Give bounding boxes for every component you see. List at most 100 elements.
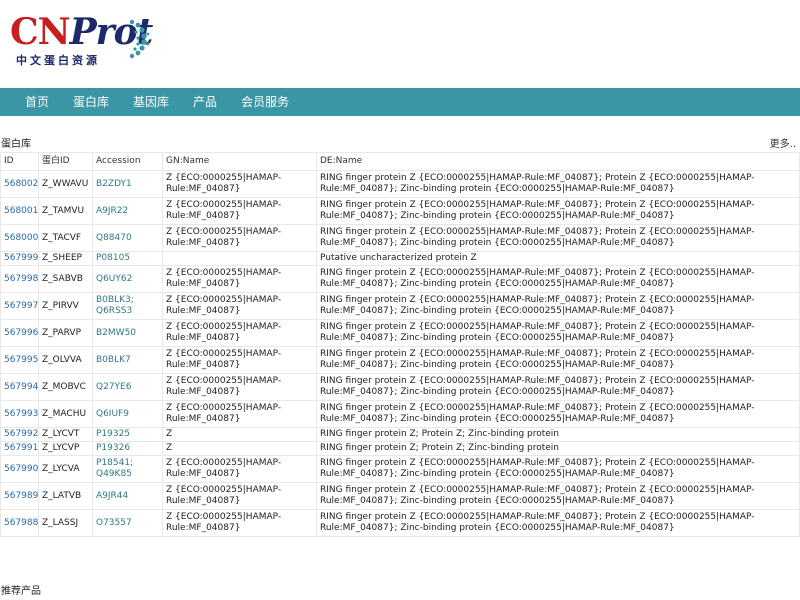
id-link[interactable]: 567995 [4,355,38,365]
nav-item-membership[interactable]: 会员服务 [241,88,289,116]
cell-gn-name: Z [162,427,317,442]
cell-de-name: RING finger protein Z {ECO:0000255|HAMAP… [316,265,800,293]
table-row: 567988 Z_LASSJ O73557 Z {ECO:0000255|HAMAP-… [0,509,800,537]
cell-accession: P19325 [92,427,163,442]
accession-link[interactable]: A9JR22 [96,206,128,216]
cell-de-name: RING finger protein Z {ECO:0000255|HAMAP… [316,224,800,252]
cell-gn-name [162,251,317,266]
table-row: 567989 Z_LATVB A9JR44 Z {ECO:0000255|HAMAP-… [0,482,800,510]
cell-accession: B0BLK3; Q6RSS3 [92,292,163,320]
id-link[interactable]: 568002 [4,179,38,189]
id-link[interactable]: 568000 [4,233,38,243]
accession-link[interactable]: B0BLK7 [96,355,131,365]
cell-id: 567996 [0,319,39,347]
cell-gn-name: Z {ECO:0000255|HAMAP-Rule:MF_04087} [162,224,317,252]
cell-id: 567992 [0,427,39,442]
protein-table: ID 蛋白ID Accession GN:Name DE:Name 568002… [0,152,800,537]
section-title: 蛋白库 [1,139,31,150]
nav-item-products[interactable]: 产品 [193,88,217,116]
cell-accession: P18541; Q49K85 [92,455,163,483]
cell-protein-id: Z_MACHU [38,400,93,428]
accession-link[interactable]: Q6UY62 [96,274,132,284]
accession-link[interactable]: P18541; Q49K85 [96,458,133,479]
id-link[interactable]: 567993 [4,409,38,419]
logo-part-cn: CN [10,11,71,53]
cell-accession: Q27YE6 [92,373,163,401]
header-id: ID [0,152,39,171]
accession-link[interactable]: P19325 [96,429,130,439]
cell-gn-name: Z {ECO:0000255|HAMAP-Rule:MF_04087} [162,197,317,225]
cell-accession: Q6IUF9 [92,400,163,428]
id-link[interactable]: 567992 [4,429,38,439]
cell-accession: Q6UY62 [92,265,163,293]
table-row: 568001 Z_TAMVU A9JR22 Z {ECO:0000255|HAMAP-… [0,197,800,225]
cell-gn-name: Z {ECO:0000255|HAMAP-Rule:MF_04087} [162,346,317,374]
site-header: CNProt 中文蛋白资源 [0,0,800,88]
cell-protein-id: Z_TAMVU [38,197,93,225]
cell-id: 567993 [0,400,39,428]
main-nav: 首页 蛋白库 基因库 产品 会员服务 [0,88,800,116]
header-protein-id: 蛋白ID [38,152,93,171]
cell-protein-id: Z_TACVF [38,224,93,252]
accession-link[interactable]: Q6IUF9 [96,409,129,419]
cell-id: 567991 [0,441,39,456]
table-row: 568000 Z_TACVF Q88470 Z {ECO:0000255|HAMAP-… [0,224,800,252]
cell-de-name: RING finger protein Z {ECO:0000255|HAMAP… [316,346,800,374]
cell-de-name: RING finger protein Z {ECO:0000255|HAMAP… [316,197,800,225]
cell-gn-name: Z [162,441,317,456]
id-link[interactable]: 567994 [4,382,38,392]
accession-link[interactable]: B0BLK3; Q6RSS3 [96,295,134,316]
cell-de-name: RING finger protein Z {ECO:0000255|HAMAP… [316,400,800,428]
cell-protein-id: Z_LYCVT [38,427,93,442]
site-logo[interactable]: CNProt 中文蛋白资源 [10,11,153,72]
cell-de-name: RING finger protein Z {ECO:0000255|HAMAP… [316,373,800,401]
cell-de-name: RING finger protein Z; Protein Z; Zinc-b… [316,441,800,456]
cell-de-name: RING finger protein Z {ECO:0000255|HAMAP… [316,170,800,198]
id-link[interactable]: 567991 [4,443,38,453]
cell-de-name: Putative uncharacterized protein Z [316,251,800,266]
id-link[interactable]: 567997 [4,301,38,311]
id-link[interactable]: 567998 [4,274,38,284]
accession-link[interactable]: P08105 [96,253,130,263]
logo-subtitle: 中文蛋白资源 [16,54,100,67]
cell-protein-id: Z_WWAVU [38,170,93,198]
cell-protein-id: Z_LYCVA [38,455,93,483]
cell-protein-id: Z_MOBVC [38,373,93,401]
accession-link[interactable]: O73557 [96,518,132,528]
accession-link[interactable]: B2ZDY1 [96,179,132,189]
accession-link[interactable]: Q88470 [96,233,132,243]
table-row: 567995 Z_OLVVA B0BLK7 Z {ECO:0000255|HAMAP-… [0,346,800,374]
cell-id: 567990 [0,455,39,483]
table-row: 568002 Z_WWAVU B2ZDY1 Z {ECO:0000255|HAMAP-… [0,170,800,198]
header-accession: Accession [92,152,163,171]
id-link[interactable]: 567996 [4,328,38,338]
more-link[interactable]: 更多.. [770,135,796,150]
accession-link[interactable]: P19326 [96,443,130,453]
cell-accession: Q88470 [92,224,163,252]
recommended-products-title: 推荐产品 [1,586,41,597]
id-link[interactable]: 567988 [4,518,38,528]
accession-link[interactable]: B2MW50 [96,328,136,338]
nav-item-gene-db[interactable]: 基因库 [133,88,169,116]
id-link[interactable]: 567990 [4,464,38,474]
id-link[interactable]: 567989 [4,491,38,501]
cell-protein-id: Z_SABVB [38,265,93,293]
accession-link[interactable]: Q27YE6 [96,382,131,392]
cell-id: 567998 [0,265,39,293]
cell-id: 567988 [0,509,39,537]
cell-accession: B0BLK7 [92,346,163,374]
cell-id: 568001 [0,197,39,225]
table-row: 567998 Z_SABVB Q6UY62 Z {ECO:0000255|HAMAP-… [0,265,800,293]
accession-link[interactable]: A9JR44 [96,491,128,501]
table-header-row: ID 蛋白ID Accession GN:Name DE:Name [0,152,800,171]
table-row: 567991 Z_LYCVP P19326 Z RING finger protein … [0,441,800,456]
nav-item-home[interactable]: 首页 [25,88,49,116]
id-link[interactable]: 568001 [4,206,38,216]
cell-id: 568000 [0,224,39,252]
cell-protein-id: Z_PARVP [38,319,93,347]
id-link[interactable]: 567999 [4,253,38,263]
table-row: 567992 Z_LYCVT P19325 Z RING finger protein … [0,427,800,442]
nav-item-protein-db[interactable]: 蛋白库 [73,88,109,116]
cell-protein-id: Z_PIRVV [38,292,93,320]
cell-gn-name: Z {ECO:0000255|HAMAP-Rule:MF_04087} [162,400,317,428]
